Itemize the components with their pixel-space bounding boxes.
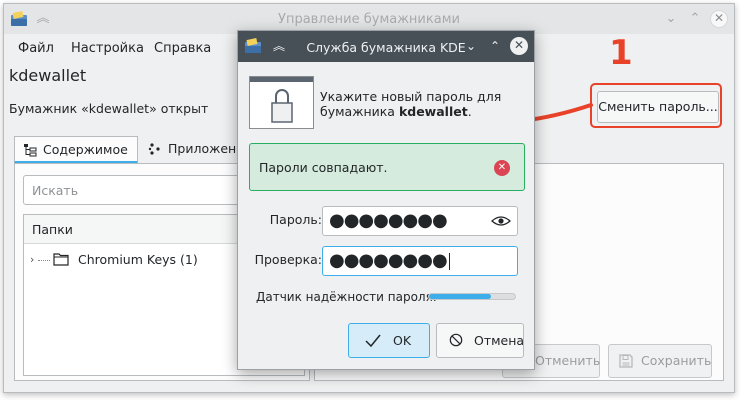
prompt-suffix: . (467, 104, 472, 119)
close-icon[interactable]: ✕ (510, 37, 528, 55)
tree-branch-line (38, 260, 50, 261)
password-value: ●●●●●●●● (329, 210, 448, 231)
cancel-button[interactable]: Отмена (436, 323, 524, 358)
menu-settings[interactable]: Настройка (71, 41, 144, 56)
annotation-step-1: 1 (609, 33, 633, 73)
maximize-icon[interactable]: ⌃ (686, 10, 704, 28)
menu-file[interactable]: Файл (18, 41, 54, 56)
tab-applications[interactable]: Приложен (140, 136, 250, 164)
lock-window-bar (250, 77, 313, 82)
verify-label: Проверка: (254, 252, 322, 267)
minimize-icon[interactable]: ⌄ (462, 37, 480, 55)
folder-label: Chromium Keys (1) (78, 252, 198, 267)
prompt-text: Укажите новый пароль для бумажника kdewa… (320, 89, 530, 119)
save-label: Сохранить (641, 353, 712, 368)
checkmark-icon (365, 334, 381, 348)
strength-meter-fill (429, 294, 491, 299)
strength-label: Датчик надёжности пароля: (256, 290, 437, 304)
menu-help[interactable]: Справка (154, 41, 211, 56)
tab-contents-label: Содержимое (43, 142, 128, 157)
verify-password-field[interactable]: ●●●●●●●● (322, 246, 518, 276)
dialog-titlebar[interactable]: ︽ Служба бумажника KDE ⌄ ⌃ ✕ (238, 31, 534, 62)
password-strength-meter (428, 293, 516, 300)
passwords-match-banner: Пароли совпадают. ✕ (249, 143, 525, 191)
save-button[interactable]: Сохранить (608, 344, 712, 378)
ok-button[interactable]: OK (348, 323, 430, 358)
cancel-icon (449, 333, 463, 347)
annotation-highlight-box (590, 83, 722, 128)
password-label: Пароль: (269, 212, 322, 227)
main-window-title: Управление бумажниками (278, 12, 460, 27)
wallet-name-heading: kdewallet (9, 66, 87, 85)
password-field[interactable]: ●●●●●●●● (322, 206, 518, 236)
expand-arrow-icon[interactable]: › (30, 253, 34, 266)
eye-icon[interactable] (491, 213, 511, 229)
banner-close-icon[interactable]: ✕ (494, 160, 510, 176)
prompt-wallet-name: kdewallet (398, 104, 468, 119)
wallet-service-dialog: ︽ Служба бумажника KDE ⌄ ⌃ ✕ Укажите нов… (237, 30, 535, 370)
folder-icon (53, 253, 69, 266)
text-caret (448, 252, 450, 270)
revert-label: Отменить (535, 353, 601, 368)
lock-window-icon (249, 76, 314, 129)
ok-label: OK (393, 333, 412, 348)
cancel-label: Отмена (474, 333, 525, 348)
verify-value: ●●●●●●●● (329, 250, 448, 271)
save-icon (619, 354, 633, 368)
match-message: Пароли совпадают. (259, 160, 388, 175)
maximize-icon[interactable]: ⌃ (486, 37, 504, 55)
wallet-status-text: Бумажник «kdewallet» открыт (9, 101, 209, 116)
padlock-icon (271, 89, 293, 123)
close-icon[interactable]: ✕ (710, 10, 728, 28)
folder-tree-icon (24, 144, 37, 157)
applications-icon (148, 143, 160, 155)
tab-contents[interactable]: Содержимое (14, 136, 138, 164)
tab-applications-label: Приложен (168, 141, 237, 156)
minimize-icon[interactable]: ⌄ (662, 10, 680, 28)
